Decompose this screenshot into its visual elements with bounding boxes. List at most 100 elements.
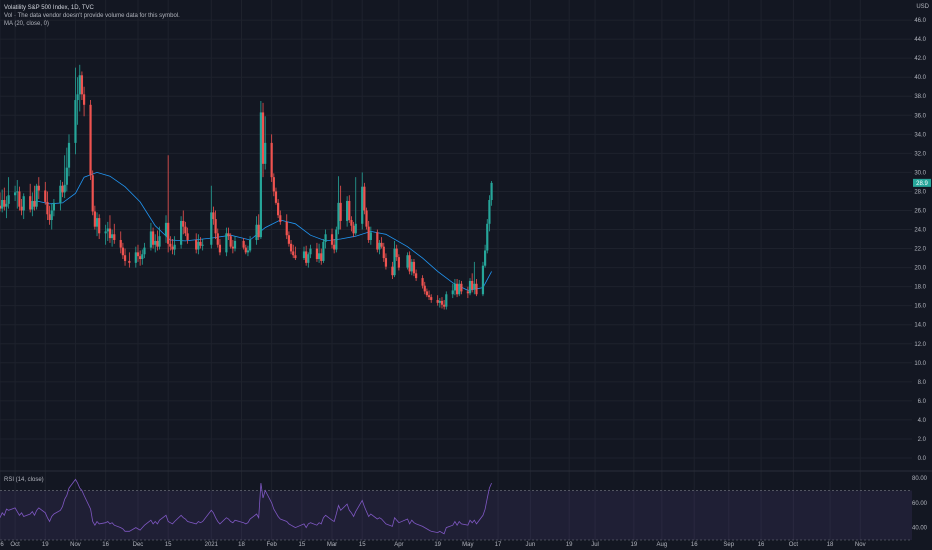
candle-body[interactable]	[171, 246, 174, 250]
candle-body[interactable]	[1, 200, 4, 209]
candle-body[interactable]	[466, 291, 469, 294]
candle-body[interactable]	[164, 222, 168, 237]
candle-body[interactable]	[98, 218, 101, 234]
candle-body[interactable]	[335, 229, 338, 250]
candle-body[interactable]	[285, 221, 288, 236]
candle-body[interactable]	[231, 246, 234, 249]
candle-body[interactable]	[246, 250, 250, 253]
candle-body[interactable]	[317, 253, 321, 260]
candle-body[interactable]	[151, 231, 155, 245]
candle-body[interactable]	[406, 255, 409, 268]
candle-body[interactable]	[451, 290, 454, 295]
candle-body[interactable]	[199, 241, 202, 246]
candle-body[interactable]	[52, 202, 56, 211]
ma-line[interactable]	[36, 171, 492, 291]
candle-body[interactable]	[384, 258, 388, 267]
candle-body[interactable]	[35, 185, 38, 207]
candle-body[interactable]	[322, 241, 325, 261]
candle-body[interactable]	[46, 201, 49, 215]
candle-body[interactable]	[257, 224, 260, 238]
candle-body[interactable]	[180, 220, 183, 245]
ma-legend[interactable]: MA (20, close, 0)	[4, 20, 49, 28]
candle-body[interactable]	[438, 300, 441, 303]
rsi-legend[interactable]: RSI (14, close)	[4, 477, 44, 483]
candle-body[interactable]	[214, 219, 217, 234]
candle-body[interactable]	[412, 261, 416, 274]
candle-body[interactable]	[354, 223, 357, 234]
candle-body[interactable]	[473, 283, 476, 290]
candle-body[interactable]	[141, 254, 144, 260]
candle-body[interactable]	[445, 294, 448, 307]
candle-body[interactable]	[337, 202, 340, 230]
candle-body[interactable]	[255, 224, 258, 240]
candle-body[interactable]	[436, 299, 439, 303]
candle-body[interactable]	[277, 202, 280, 216]
candle-body[interactable]	[242, 240, 245, 248]
candle-body[interactable]	[378, 242, 381, 250]
candle-body[interactable]	[259, 112, 262, 238]
candle-body[interactable]	[425, 291, 428, 296]
candle-body[interactable]	[154, 240, 157, 245]
candle-body[interactable]	[16, 191, 19, 193]
candle-body[interactable]	[3, 200, 6, 207]
candle-body[interactable]	[5, 203, 8, 207]
candle-body[interactable]	[289, 243, 293, 252]
candle-body[interactable]	[136, 252, 140, 257]
candle-body[interactable]	[481, 265, 485, 295]
candle-body[interactable]	[59, 185, 62, 203]
candle-body[interactable]	[333, 244, 336, 250]
candle-body[interactable]	[270, 142, 273, 178]
candle-body[interactable]	[488, 200, 491, 224]
candle-body[interactable]	[229, 236, 232, 247]
candle-body[interactable]	[82, 94, 86, 105]
candle-body[interactable]	[121, 247, 124, 256]
candle-body[interactable]	[33, 200, 36, 207]
candle-body[interactable]	[348, 200, 351, 220]
candle-body[interactable]	[212, 212, 215, 220]
candle-body[interactable]	[113, 234, 116, 240]
candle-body[interactable]	[458, 283, 461, 295]
candle-body[interactable]	[490, 182, 493, 201]
candle-body[interactable]	[367, 226, 370, 240]
candle-body[interactable]	[320, 253, 323, 261]
candle-body[interactable]	[182, 220, 185, 227]
candle-body[interactable]	[350, 220, 353, 226]
candle-body[interactable]	[20, 206, 23, 211]
candle-body[interactable]	[408, 255, 411, 272]
candle-body[interactable]	[430, 297, 433, 300]
candle-body[interactable]	[78, 75, 81, 95]
candle-body[interactable]	[37, 185, 40, 191]
candle-body[interactable]	[218, 244, 222, 253]
candle-body[interactable]	[29, 196, 32, 210]
candle-body[interactable]	[361, 186, 364, 224]
candle-body[interactable]	[139, 256, 142, 260]
candle-body[interactable]	[302, 251, 306, 259]
candle-body[interactable]	[61, 185, 64, 193]
candle-body[interactable]	[197, 241, 200, 250]
candle-body[interactable]	[74, 100, 77, 143]
candle-body[interactable]	[128, 260, 131, 263]
candle-body[interactable]	[149, 231, 153, 248]
candle-body[interactable]	[346, 200, 349, 221]
candle-body[interactable]	[123, 255, 127, 261]
candle-body[interactable]	[76, 94, 79, 101]
candle-body[interactable]	[80, 75, 84, 95]
candle-body[interactable]	[309, 248, 312, 255]
candle-body[interactable]	[210, 212, 213, 245]
candle-body[interactable]	[393, 248, 396, 276]
candle-body[interactable]	[216, 233, 219, 245]
candle-body[interactable]	[225, 233, 228, 253]
candle-body[interactable]	[89, 104, 92, 176]
candle-body[interactable]	[201, 244, 204, 246]
candle-body[interactable]	[305, 251, 308, 263]
candle-body[interactable]	[156, 240, 159, 247]
candle-body[interactable]	[158, 236, 161, 247]
candle-body[interactable]	[93, 211, 96, 227]
candle-body[interactable]	[279, 215, 282, 222]
candle-body[interactable]	[455, 283, 459, 295]
candle-body[interactable]	[272, 177, 275, 192]
candle-body[interactable]	[173, 244, 176, 250]
candle-body[interactable]	[292, 251, 295, 256]
candle-body[interactable]	[274, 191, 278, 203]
candle-body[interactable]	[443, 304, 446, 307]
